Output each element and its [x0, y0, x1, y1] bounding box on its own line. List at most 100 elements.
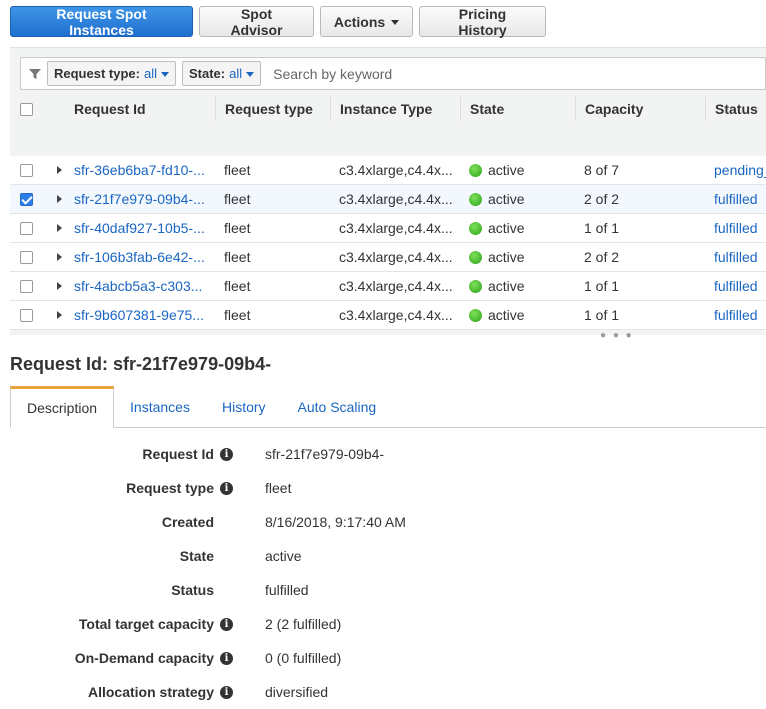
status-link[interactable]: fulfilled — [705, 301, 766, 330]
expand-icon[interactable] — [57, 195, 62, 203]
status-link[interactable]: fulfilled — [705, 243, 766, 272]
info-icon[interactable]: i — [220, 481, 233, 495]
request-type: fleet — [224, 191, 251, 207]
property-value: 8/16/2018, 9:17:40 AM — [265, 514, 406, 530]
chevron-down-icon — [160, 72, 169, 77]
expand-icon[interactable] — [57, 282, 62, 290]
property-row: Request Id i sfr-21f7e979-09b4- — [0, 437, 766, 471]
property-value: active — [265, 548, 302, 564]
state-cell: active — [460, 214, 575, 243]
status-link[interactable]: pending_ — [705, 156, 766, 185]
property-row: State active — [0, 539, 766, 573]
tab-description[interactable]: Description — [10, 386, 115, 428]
table-row[interactable]: sfr-21f7e979-09b4-... fleet c3.4xlarge,c… — [10, 185, 766, 214]
info-icon[interactable]: i — [220, 685, 233, 699]
property-value: fulfilled — [265, 582, 309, 598]
request-id-link[interactable]: sfr-106b3fab-6e42-... — [65, 243, 215, 272]
property-label: Request Id — [142, 446, 214, 462]
chevron-down-icon — [246, 72, 255, 77]
table-row[interactable]: sfr-40daf927-10b5-... fleet c3.4xlarge,c… — [10, 214, 766, 243]
status-green-icon — [469, 308, 482, 322]
request-id-link[interactable]: sfr-21f7e979-09b4-... — [65, 185, 215, 214]
col-status[interactable]: Status — [705, 97, 766, 121]
property-label: State — [179, 548, 214, 564]
spot-advisor-button[interactable]: Spot Advisor — [199, 6, 314, 38]
info-icon[interactable]: i — [220, 617, 233, 631]
status-green-icon — [469, 221, 482, 235]
col-state[interactable]: State — [460, 97, 575, 121]
request-type: fleet — [224, 307, 251, 323]
info-icon[interactable]: i — [220, 651, 233, 665]
request-id-link[interactable]: sfr-40daf927-10b5-... — [65, 214, 215, 243]
detail-title: Request Id: sfr-21f7e979-09b4- — [10, 354, 272, 374]
property-row: On-Demand capacity i 0 (0 fulfilled) — [0, 641, 766, 675]
instance-type: c3.4xlarge,c4.4x... — [339, 307, 453, 323]
state-text: active — [488, 220, 525, 236]
request-id-link[interactable]: sfr-4abcb5a3-c303... — [65, 272, 215, 301]
request-type-filter-value: all — [143, 66, 157, 81]
state-filter[interactable]: State: all — [181, 61, 262, 86]
state-text: active — [488, 307, 525, 323]
status-green-icon — [469, 192, 482, 206]
row-checkbox[interactable] — [20, 192, 33, 206]
request-spot-instances-button[interactable]: Request Spot Instances — [10, 6, 193, 38]
actions-button[interactable]: Actions — [320, 6, 413, 37]
property-row: Total target capacity i 2 (2 fulfilled) — [0, 607, 766, 641]
select-all-checkbox[interactable] — [20, 102, 33, 116]
col-instance-type[interactable]: Instance Type — [330, 97, 460, 121]
table-row[interactable]: sfr-4abcb5a3-c303... fleet c3.4xlarge,c4… — [10, 272, 766, 301]
expand-icon[interactable] — [57, 311, 62, 319]
row-checkbox[interactable] — [20, 279, 33, 293]
status-link[interactable]: fulfilled — [705, 185, 766, 214]
toolbar: Request Spot Instances Spot Advisor Acti… — [10, 6, 546, 38]
col-capacity[interactable]: Capacity — [575, 97, 705, 121]
filter-icon — [29, 68, 41, 79]
expand-icon[interactable] — [57, 166, 62, 174]
col-request-id[interactable]: Request Id — [65, 97, 215, 121]
property-label: Created — [161, 514, 214, 530]
state-text: active — [488, 162, 525, 178]
request-type-filter[interactable]: Request type: all — [47, 61, 176, 86]
tab-auto-scaling[interactable]: Auto Scaling — [282, 386, 393, 428]
property-row: Allocation strategy i diversified — [0, 675, 766, 709]
status-green-icon — [469, 279, 482, 293]
tab-history[interactable]: History — [206, 386, 282, 428]
property-row: Created 8/16/2018, 9:17:40 AM — [0, 505, 766, 539]
info-icon[interactable]: i — [220, 447, 233, 461]
table-row[interactable]: sfr-9b607381-9e75... fleet c3.4xlarge,c4… — [10, 301, 766, 330]
property-value: sfr-21f7e979-09b4- — [265, 446, 385, 462]
property-label: Total target capacity — [78, 616, 214, 632]
state-cell: active — [460, 156, 575, 185]
property-row: Request type i fleet — [0, 471, 766, 505]
request-id-link[interactable]: sfr-9b607381-9e75... — [65, 301, 215, 330]
tab-instances[interactable]: Instances — [114, 386, 206, 428]
expand-icon[interactable] — [57, 224, 62, 232]
row-checkbox[interactable] — [20, 221, 33, 235]
search-input[interactable] — [271, 64, 765, 83]
capacity: 1 of 1 — [584, 220, 620, 236]
row-checkbox[interactable] — [20, 163, 33, 177]
status-link[interactable]: fulfilled — [705, 272, 766, 301]
request-id-link[interactable]: sfr-36eb6ba7-fd10-... — [65, 156, 215, 185]
requests-table-panel: Request type: all State: all Request Id … — [10, 47, 766, 335]
property-row: Status fulfilled — [0, 573, 766, 607]
row-checkbox[interactable] — [20, 250, 33, 264]
pricing-history-button[interactable]: Pricing History — [419, 6, 546, 38]
row-checkbox[interactable] — [20, 308, 33, 322]
request-type: fleet — [224, 278, 251, 294]
filter-bar: Request type: all State: all — [20, 57, 766, 90]
state-cell: active — [460, 301, 575, 330]
resize-handle-icon[interactable]: ● ● ● — [600, 330, 634, 341]
state-cell: active — [460, 185, 575, 214]
capacity: 1 of 1 — [584, 278, 620, 294]
request-type: fleet — [224, 220, 251, 236]
table-row[interactable]: sfr-36eb6ba7-fd10-... fleet c3.4xlarge,c… — [10, 156, 766, 185]
status-link[interactable]: fulfilled — [705, 214, 766, 243]
table-header: Request Id Request type Instance Type St… — [10, 94, 766, 124]
state-cell: active — [460, 272, 575, 301]
instance-type: c3.4xlarge,c4.4x... — [339, 191, 453, 207]
expand-icon[interactable] — [57, 253, 62, 261]
col-request-type[interactable]: Request type — [215, 97, 330, 121]
table-row[interactable]: sfr-106b3fab-6e42-... fleet c3.4xlarge,c… — [10, 243, 766, 272]
detail-tabs: Description Instances History Auto Scali… — [10, 386, 766, 428]
